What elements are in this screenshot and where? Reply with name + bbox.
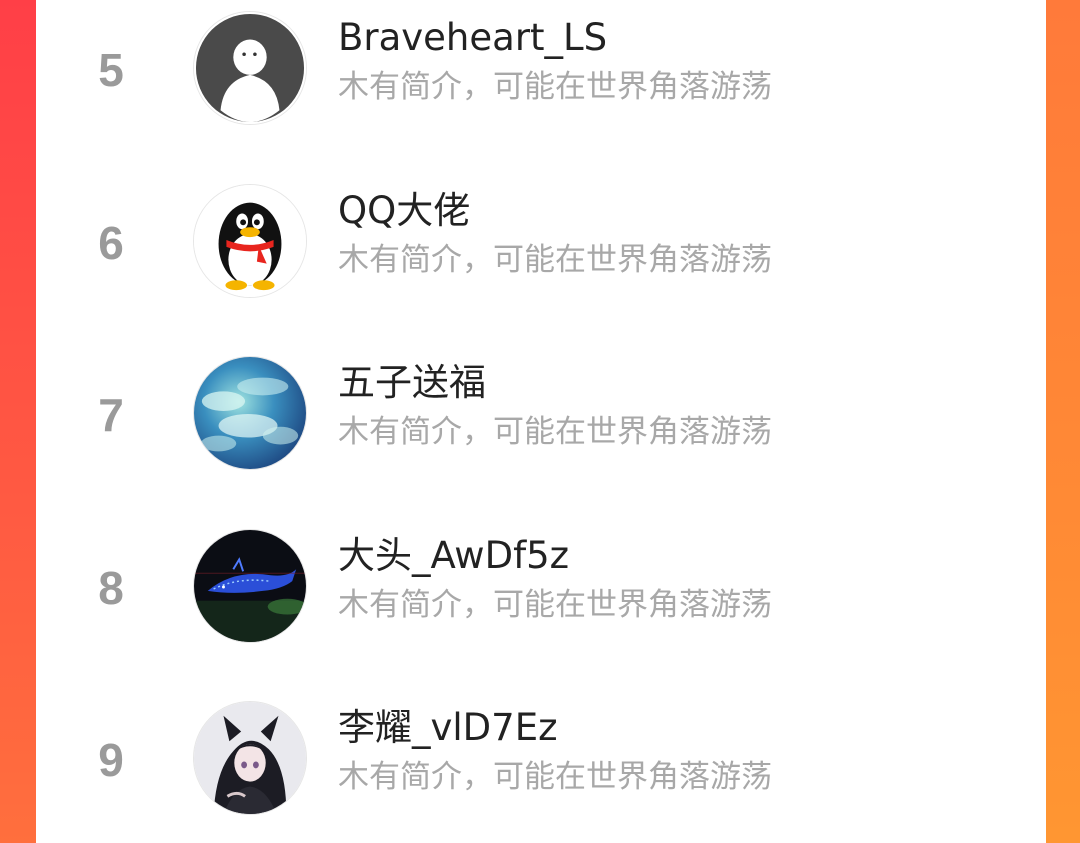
rank-number: 8: [98, 562, 124, 614]
user-bio: 木有简介，可能在世界角落游荡: [338, 414, 772, 450]
background-gradient-left: [0, 0, 36, 843]
ranking-row[interactable]: 8 大头_AwDf5z 木有简介，可能在世界角落游荡: [36, 518, 1046, 658]
default-person-avatar[interactable]: [193, 11, 307, 125]
ranking-row[interactable]: 5 Braveheart_LS 木有简介，可能在世界角落游荡: [36, 0, 1046, 140]
user-bio: 木有简介，可能在世界角落游荡: [338, 587, 772, 623]
username[interactable]: QQ大佬: [338, 187, 470, 235]
user-bio: 木有简介，可能在世界角落游荡: [338, 242, 772, 278]
night-whale-lights-avatar[interactable]: [193, 529, 307, 643]
penguin-avatar[interactable]: [193, 184, 307, 298]
ranking-row[interactable]: 6 QQ大佬 木有简介，可能在世界角落游荡: [36, 173, 1046, 313]
ranking-row[interactable]: 7 五子送福 木有简介，可能在世界角落游荡: [36, 345, 1046, 485]
blue-clouds-avatar[interactable]: [193, 356, 307, 470]
rank-number: 9: [98, 734, 124, 786]
user-bio: 木有简介，可能在世界角落游荡: [338, 759, 772, 795]
username[interactable]: 李耀_vlD7Ez: [338, 704, 558, 752]
username[interactable]: 大头_AwDf5z: [338, 532, 569, 580]
rank-number: 6: [98, 217, 124, 269]
ranking-row[interactable]: 9 李耀_vlD7Ez 木有简介，可能在世界角落游荡: [36, 690, 1046, 830]
rank-number: 7: [98, 389, 124, 441]
background-gradient-right: [1046, 0, 1080, 843]
user-bio: 木有简介，可能在世界角落游荡: [338, 69, 772, 105]
username[interactable]: Braveheart_LS: [338, 14, 607, 62]
anime-character-avatar[interactable]: [193, 701, 307, 815]
rank-number: 5: [98, 44, 124, 96]
ranking-list: 5 Braveheart_LS 木有简介，可能在世界角落游荡 6 QQ大佬 木有…: [36, 0, 1046, 843]
username[interactable]: 五子送福: [338, 359, 486, 407]
